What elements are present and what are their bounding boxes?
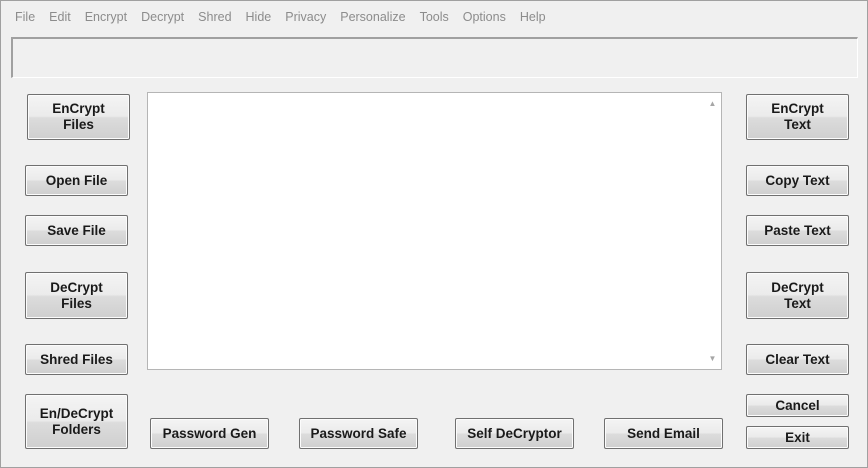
cancel-button[interactable]: Cancel <box>746 394 849 417</box>
password-safe-button[interactable]: Password Safe <box>299 418 418 449</box>
text-editor-content[interactable] <box>152 96 701 366</box>
scroll-up-arrow-icon[interactable]: ▲ <box>704 95 721 112</box>
self-decryptor-button[interactable]: Self DeCryptor <box>455 418 574 449</box>
menu-hide[interactable]: Hide <box>239 8 279 26</box>
encrypt-files-button[interactable]: EnCrypt Files <box>27 94 130 140</box>
send-email-button[interactable]: Send Email <box>604 418 723 449</box>
menu-personalize[interactable]: Personalize <box>333 8 412 26</box>
shred-files-button[interactable]: Shred Files <box>25 344 128 375</box>
menu-decrypt[interactable]: Decrypt <box>134 8 191 26</box>
menu-bar: File Edit Encrypt Decrypt Shred Hide Pri… <box>1 1 867 33</box>
open-file-button[interactable]: Open File <box>25 165 128 196</box>
menu-help[interactable]: Help <box>513 8 553 26</box>
decrypt-text-button[interactable]: DeCrypt Text <box>746 272 849 319</box>
menu-shred[interactable]: Shred <box>191 8 238 26</box>
clear-text-button[interactable]: Clear Text <box>746 344 849 375</box>
vertical-scrollbar[interactable]: ▲ ▼ <box>704 93 721 369</box>
paste-text-button[interactable]: Paste Text <box>746 215 849 246</box>
menu-options[interactable]: Options <box>456 8 513 26</box>
copy-text-button[interactable]: Copy Text <box>746 165 849 196</box>
menu-tools[interactable]: Tools <box>413 8 456 26</box>
save-file-button[interactable]: Save File <box>25 215 128 246</box>
menu-edit[interactable]: Edit <box>42 8 78 26</box>
menu-privacy[interactable]: Privacy <box>278 8 333 26</box>
endecrypt-folders-button[interactable]: En/DeCrypt Folders <box>25 394 128 449</box>
password-gen-button[interactable]: Password Gen <box>150 418 269 449</box>
scroll-down-arrow-icon[interactable]: ▼ <box>704 350 721 367</box>
exit-button[interactable]: Exit <box>746 426 849 449</box>
menu-encrypt[interactable]: Encrypt <box>78 8 134 26</box>
decrypt-files-button[interactable]: DeCrypt Files <box>25 272 128 319</box>
status-panel <box>11 37 858 78</box>
text-editor[interactable]: ▲ ▼ <box>147 92 722 370</box>
encrypt-text-button[interactable]: EnCrypt Text <box>746 94 849 140</box>
menu-file[interactable]: File <box>8 8 42 26</box>
